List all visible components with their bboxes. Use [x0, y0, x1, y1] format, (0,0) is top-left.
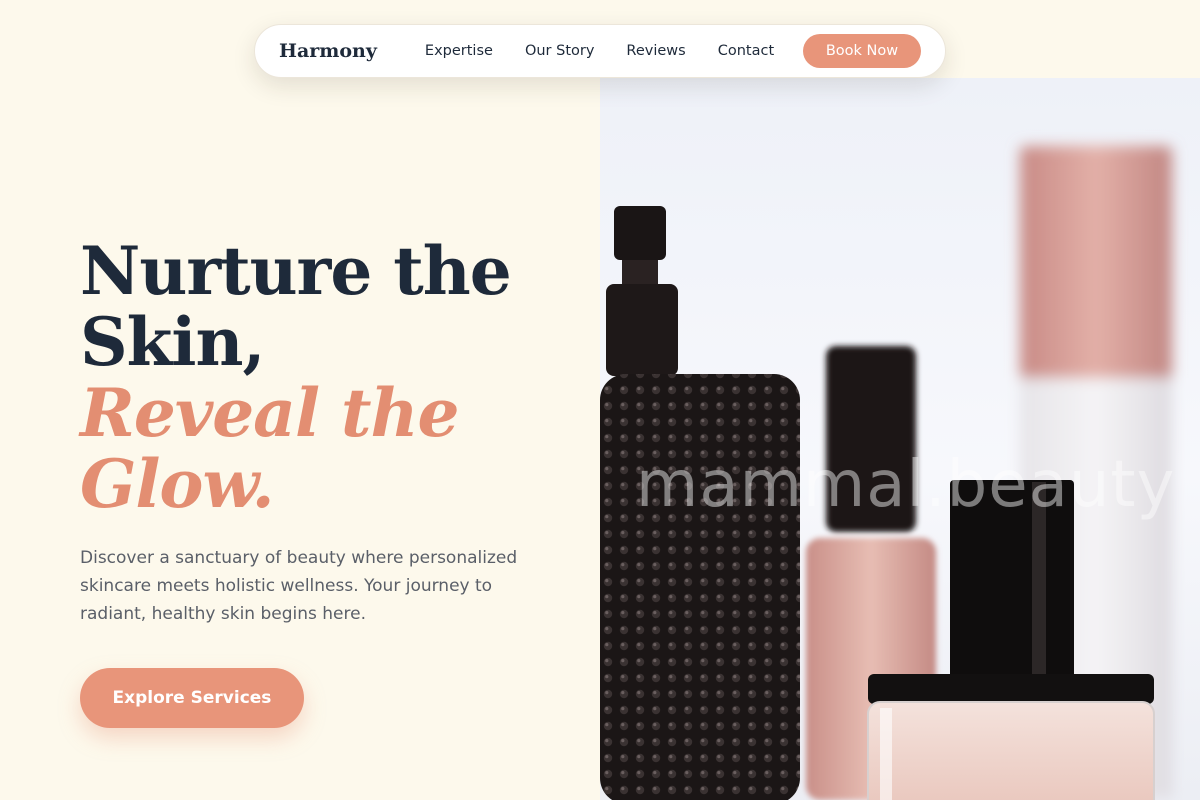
headline-line-accent: Reveal the Glow. [80, 374, 459, 523]
headline-line-primary: Nurture the Skin, [80, 232, 512, 381]
image-watermark: mammal.beauty [636, 448, 1176, 522]
book-now-button[interactable]: Book Now [803, 34, 921, 68]
nav-link-contact[interactable]: Contact [718, 43, 774, 59]
nav-link-reviews[interactable]: Reviews [626, 43, 685, 59]
brand-logo[interactable]: Harmony [279, 40, 377, 62]
hero-description: Discover a sanctuary of beauty where per… [80, 548, 518, 624]
nav-links: Expertise Our Story Reviews Contact [425, 43, 774, 59]
nav-link-expertise[interactable]: Expertise [425, 43, 493, 59]
nav-link-our-story[interactable]: Our Story [525, 43, 594, 59]
top-navbar: Harmony Expertise Our Story Reviews Cont… [254, 24, 946, 78]
explore-services-button[interactable]: Explore Services [80, 668, 304, 728]
perfume-bottles-illustration [600, 146, 1172, 800]
hero-headline: Nurture the Skin, Reveal the Glow. [80, 236, 580, 520]
hero-product-image: mammal.beauty [600, 78, 1200, 800]
